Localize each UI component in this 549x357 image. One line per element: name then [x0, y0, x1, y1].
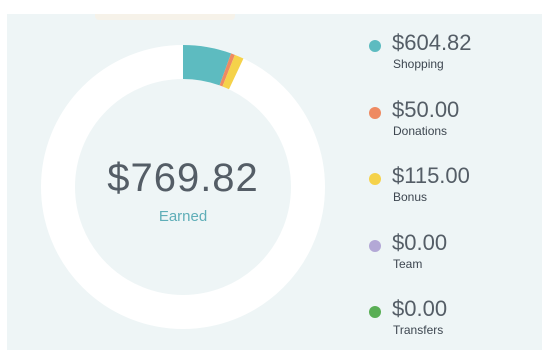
- donut-segment-shopping: [182, 45, 232, 86]
- legend-item-transfers: $0.00 Transfers: [367, 296, 537, 346]
- transfers-amount: $0.00: [392, 296, 448, 321]
- shopping-amount: $604.82: [392, 30, 472, 55]
- shopping-label: Shopping: [393, 57, 444, 71]
- earnings-donut: $769.82 Earned: [40, 44, 326, 330]
- shopping-color-dot: [369, 40, 381, 52]
- earnings-panel: $769.82 Earned $604.82 Shopping $50.00 D…: [7, 14, 542, 350]
- transfers-color-dot: [369, 306, 381, 318]
- bonus-color-dot: [369, 173, 381, 185]
- donations-label: Donations: [393, 124, 448, 138]
- total-earned-label: Earned: [158, 208, 208, 225]
- donut-segments: [182, 45, 244, 90]
- legend-item-donations: $50.00 Donations: [367, 97, 537, 147]
- team-color-dot: [369, 240, 381, 252]
- transfers-label: Transfers: [393, 323, 444, 337]
- team-label: Team: [393, 257, 423, 271]
- donut-segment-donations: [219, 53, 235, 87]
- donations-amount: $50.00: [392, 97, 460, 122]
- donations-color-dot: [369, 107, 381, 119]
- bonus-amount: $115.00: [392, 163, 470, 188]
- team-amount: $0.00: [392, 230, 448, 255]
- bonus-label: Bonus: [393, 190, 428, 204]
- donut-segment-bonus: [222, 54, 244, 90]
- legend-item-team: $0.00 Team: [367, 230, 537, 280]
- total-earned-amount: $769.82: [107, 156, 259, 200]
- legend-item-bonus: $115.00 Bonus: [367, 163, 537, 213]
- faded-header-edge: [95, 14, 235, 20]
- legend-item-shopping: $604.82 Shopping: [367, 30, 537, 80]
